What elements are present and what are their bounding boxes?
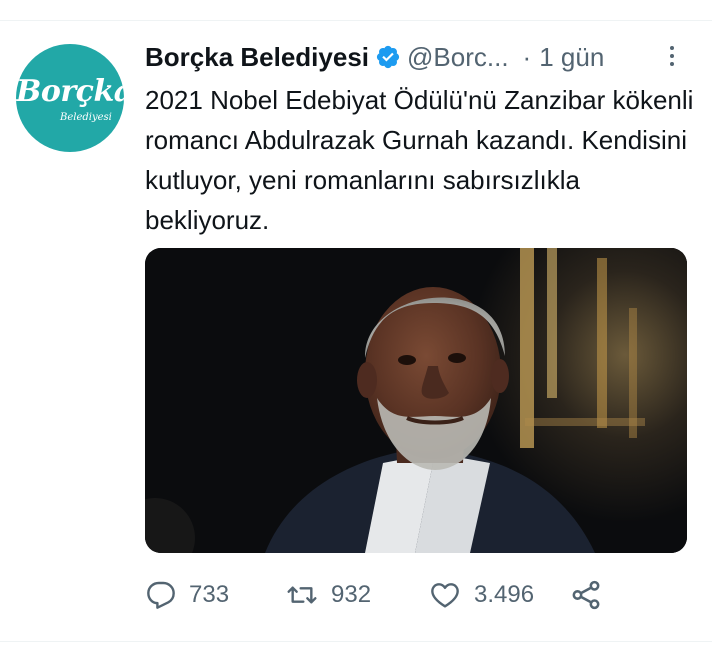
photo-illustration [145,248,687,553]
avatar-logo-text: Borçka [16,74,124,109]
tweet-media-photo[interactable] [145,248,687,553]
author-name[interactable]: Borçka Belediyesi [145,42,369,73]
heart-icon [431,583,459,608]
more-vertical-icon[interactable] [664,42,680,72]
like-button[interactable]: 3.496 [428,575,534,615]
like-count: 3.496 [474,581,535,608]
retweet-button[interactable]: 932 [285,575,371,615]
tweet-header: Borçka Belediyesi @Borc... · 1 gün [145,40,690,74]
tweet-text: 2021 Nobel Edebiyat Ödülü'nü Zanzibar kö… [145,85,694,235]
tweet-timestamp[interactable]: 1 gün [539,42,604,73]
separator-dot: · [522,41,532,72]
verified-badge-icon [375,44,401,70]
avatar[interactable]: Borçka Belediyesi [16,44,124,152]
tweet-actions-bar: 733 932 3.496 [145,575,625,615]
share-icon [572,580,600,610]
reply-count: 733 [189,581,230,608]
reply-icon [147,581,175,609]
top-divider [0,20,712,21]
share-button[interactable] [569,575,603,615]
reply-button[interactable]: 733 [145,575,229,615]
bottom-divider [0,641,712,642]
retweet-count: 932 [331,581,372,608]
retweet-icon [287,586,317,604]
author-handle[interactable]: @Borc... [407,42,509,73]
avatar-logo-subtext: Belediyesi [60,112,112,123]
